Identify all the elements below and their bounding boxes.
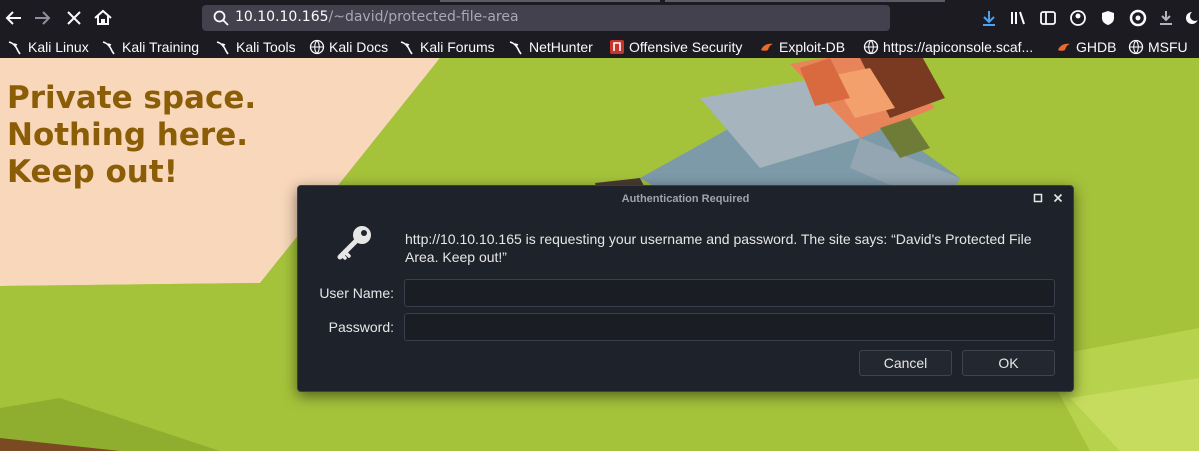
bookmark-exploit-db[interactable]: Exploit-DB xyxy=(759,37,845,57)
bookmark-label: Offensive Security xyxy=(629,39,743,55)
bookmark-offensive-security[interactable]: Offensive Security xyxy=(609,37,742,57)
auth-dialog: Authentication Required http://10.10.10.… xyxy=(297,185,1074,392)
page-line: Nothing here. xyxy=(7,117,248,153)
shield-button[interactable] xyxy=(1098,8,1118,28)
bookmark-label: Kali Forums xyxy=(420,39,495,55)
page-line: Private space. xyxy=(7,80,257,116)
ok-button[interactable]: OK xyxy=(962,350,1055,376)
browser-toolbar: 10.10.10.165/~david/protected-file-area xyxy=(0,0,1199,36)
password-label: Password: xyxy=(328,319,394,335)
page-heading: Private space. Nothing here. Keep out! xyxy=(7,80,256,191)
bookmark-kali-training[interactable]: Kali Training xyxy=(102,37,199,57)
page-line: Keep out! xyxy=(7,154,178,190)
download-button[interactable] xyxy=(1156,8,1176,28)
close-icon xyxy=(1053,193,1063,203)
account-icon xyxy=(1070,10,1086,26)
url-host: 10.10.10.165 xyxy=(235,9,329,25)
exploit-db-icon xyxy=(1056,39,1072,55)
tab-indicator xyxy=(440,0,660,2)
bookmark-label: NetHunter xyxy=(529,39,593,55)
bookmarks-bar: Kali Linux Kali Training Kali Tools Kali… xyxy=(0,36,1199,58)
bookmark-msfu[interactable]: MSFU xyxy=(1128,37,1188,57)
home-icon xyxy=(94,9,112,25)
bookmark-label: Kali Training xyxy=(122,39,200,55)
account-button[interactable] xyxy=(1068,8,1088,28)
bookmark-label: GHDB xyxy=(1076,39,1117,55)
bookmark-label: Kali Docs xyxy=(329,39,389,55)
maximize-button[interactable] xyxy=(1031,191,1045,205)
exploit-db-icon xyxy=(759,39,775,55)
kali-dragon-icon xyxy=(400,39,416,55)
extension-icon xyxy=(1129,9,1147,27)
kali-dragon-icon xyxy=(216,39,232,55)
maximize-icon xyxy=(1033,193,1043,203)
arrow-left-icon xyxy=(5,11,21,25)
globe-icon xyxy=(863,39,879,55)
kali-dragon-icon xyxy=(509,39,525,55)
cancel-button[interactable]: Cancel xyxy=(859,350,952,376)
download-arrow-icon xyxy=(983,11,995,26)
close-button[interactable] xyxy=(1051,191,1065,205)
downloads-button[interactable] xyxy=(979,8,999,28)
bookmark-kali-docs[interactable]: Kali Docs xyxy=(309,37,388,57)
bookmark-apiconsole[interactable]: https://apiconsole.scaf... xyxy=(863,37,1033,57)
kali-dragon-icon xyxy=(102,39,118,55)
bookmark-label: Kali Tools xyxy=(236,39,296,55)
bookmark-label: MSFU xyxy=(1148,39,1188,55)
bookmark-nethunter[interactable]: NetHunter xyxy=(509,37,593,57)
address-bar[interactable]: 10.10.10.165/~david/protected-file-area xyxy=(202,5,890,31)
key-icon xyxy=(337,226,371,260)
tab-indicator xyxy=(665,0,945,2)
extension-button[interactable] xyxy=(1128,8,1148,28)
kali-dragon-icon xyxy=(8,39,24,55)
stop-loading-icon xyxy=(67,11,81,25)
library-button[interactable] xyxy=(1008,8,1028,28)
dark-mode-icon xyxy=(1186,11,1199,24)
url-path: /~david/protected-file-area xyxy=(328,9,519,25)
username-field[interactable] xyxy=(404,279,1055,307)
bookmark-label: Kali Linux xyxy=(28,39,89,55)
arrow-right-icon xyxy=(35,11,51,25)
sidebar-icon xyxy=(1040,11,1056,25)
dialog-message: http://10.10.10.165 is requesting your u… xyxy=(405,231,1032,265)
dark-mode-button[interactable] xyxy=(1182,8,1199,28)
forward-button[interactable] xyxy=(30,6,54,30)
bookmark-ghdb[interactable]: GHDB xyxy=(1056,37,1116,57)
offsec-icon xyxy=(609,39,625,55)
shield-icon xyxy=(1102,11,1114,25)
sidebar-button[interactable] xyxy=(1038,8,1058,28)
library-icon xyxy=(1011,11,1025,25)
bookmark-kali-linux[interactable]: Kali Linux xyxy=(8,37,89,57)
globe-icon xyxy=(1128,39,1144,55)
stop-button[interactable] xyxy=(62,6,86,30)
bookmark-kali-forums[interactable]: Kali Forums xyxy=(400,37,495,57)
home-button[interactable] xyxy=(91,6,115,30)
dialog-title: Authentication Required xyxy=(621,193,750,205)
download-icon xyxy=(1160,11,1172,25)
back-button[interactable] xyxy=(2,6,26,30)
username-label: User Name: xyxy=(319,285,394,301)
globe-icon xyxy=(309,39,325,55)
password-field[interactable] xyxy=(404,313,1055,341)
bookmark-kali-tools[interactable]: Kali Tools xyxy=(216,37,296,57)
bookmark-label: Exploit-DB xyxy=(779,39,846,55)
url-text[interactable]: 10.10.10.165/~david/protected-file-area xyxy=(235,9,519,25)
search-icon xyxy=(213,10,229,26)
bookmark-label: https://apiconsole.scaf... xyxy=(883,39,1034,55)
